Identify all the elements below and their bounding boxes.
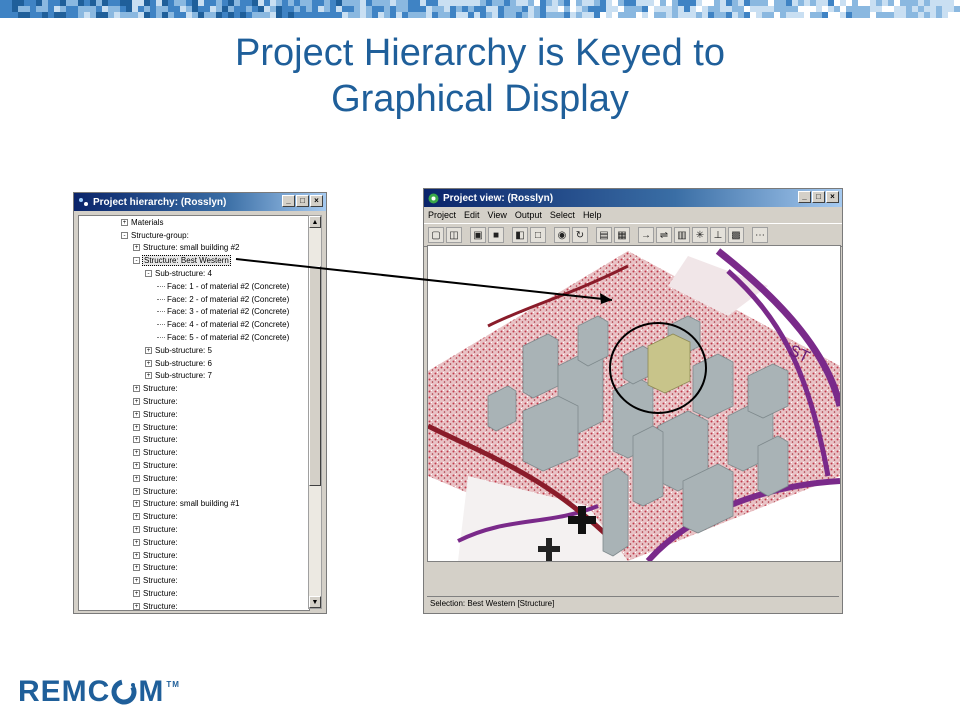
connector-overlay <box>235 258 613 304</box>
logo-text: REMC <box>18 675 111 708</box>
remcom-logo: REMC M TM <box>18 674 180 710</box>
connector-arrowhead <box>600 293 612 304</box>
connector-line <box>235 258 613 301</box>
logo-o-icon <box>111 679 137 705</box>
trademark: TM <box>166 680 180 689</box>
logo-text-tail: M <box>138 675 165 708</box>
